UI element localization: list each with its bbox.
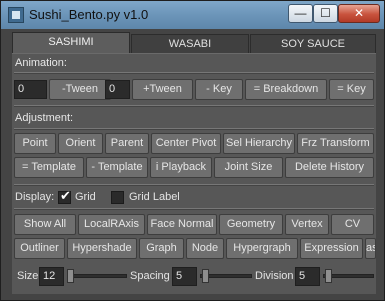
frz-transform-button[interactable]: Frz Transform (297, 133, 374, 154)
equal-key-button[interactable]: = Key (329, 79, 374, 100)
remove-template-button[interactable]: - Template (86, 157, 148, 178)
division-field[interactable]: 5 (295, 267, 320, 286)
spacing-field[interactable]: 5 (172, 267, 197, 286)
divider (14, 128, 374, 130)
grid-label-label: Grid Label (129, 191, 180, 203)
plus-tween-button[interactable]: +Tween (132, 79, 193, 100)
close-button[interactable]: ✕ (338, 4, 380, 23)
adjustment-header: Adjustment: (15, 112, 74, 124)
grid-label-checkbox[interactable] (111, 191, 124, 204)
app-icon (8, 7, 24, 23)
size-label: Size (17, 270, 39, 282)
grid-checkbox[interactable]: ✔ (58, 188, 71, 204)
delete-history-button[interactable]: Delete History (285, 157, 374, 178)
size-slider-handle[interactable] (67, 269, 74, 283)
size-field[interactable]: 12 (39, 267, 64, 286)
tween-end-field[interactable]: 0 (105, 80, 130, 99)
joint-size-button[interactable]: Joint Size (214, 157, 283, 178)
divider (14, 184, 374, 186)
division-slider-handle[interactable] (325, 269, 332, 283)
spacing-slider-handle[interactable] (202, 269, 209, 283)
cv-button[interactable]: CV (331, 214, 374, 235)
display-label: Display: (15, 191, 55, 203)
window-title: Sushi_Bento.py v1.0 (29, 7, 149, 22)
graph-button[interactable]: Graph (139, 238, 184, 259)
sel-hierarchy-button[interactable]: Sel Hierarchy (223, 133, 295, 154)
node-button[interactable]: Node (186, 238, 224, 259)
tool-window: Sushi_Bento.py v1.0 — ☐ ✕ SASHIMI WASABI… (0, 0, 385, 301)
breakdown-button[interactable]: = Breakdown (245, 79, 327, 100)
minus-key-button[interactable]: - Key (195, 79, 243, 100)
minimize-button[interactable]: — (288, 4, 313, 23)
maximize-button[interactable]: ☐ (313, 4, 338, 23)
parent-button[interactable]: Parent (105, 133, 149, 154)
as-button[interactable]: as (365, 238, 376, 259)
divider (14, 72, 374, 74)
hypergraph-button[interactable]: Hypergraph (226, 238, 298, 259)
hypershade-button[interactable]: Hypershade (67, 238, 137, 259)
point-button[interactable]: Point (14, 133, 56, 154)
divider (14, 105, 374, 107)
show-all-button[interactable]: Show All (14, 214, 76, 235)
tab-wasabi[interactable]: WASABI (131, 34, 249, 54)
tween-start-field[interactable]: 0 (14, 80, 47, 99)
title-bar[interactable]: Sushi_Bento.py v1.0 — ☐ ✕ (1, 1, 384, 29)
client-area: SASHIMI WASABI SOY SAUCE Animation: 0 -T… (8, 30, 378, 294)
center-pivot-button[interactable]: Center Pivot (151, 133, 221, 154)
geometry-button[interactable]: Geometry (219, 214, 283, 235)
expression-button[interactable]: Expression (300, 238, 363, 259)
playback-button[interactable]: i Playback (150, 157, 212, 178)
face-normal-button[interactable]: Face Normal (147, 214, 217, 235)
spacing-label: Spacing (130, 270, 170, 282)
local-r-axis-button[interactable]: LocalRAxis (78, 214, 145, 235)
checkmark-icon: ✔ (60, 188, 71, 203)
tab-sashimi[interactable]: SASHIMI (12, 32, 130, 54)
add-template-button[interactable]: = Template (14, 157, 84, 178)
grid-label: Grid (75, 191, 96, 203)
vertex-button[interactable]: Vertex (285, 214, 329, 235)
minus-tween-button[interactable]: -Tween (49, 79, 111, 100)
size-slider-track[interactable] (67, 274, 127, 278)
sashimi-panel: Animation: 0 -Tween 0 +Tween - Key = Bre… (12, 53, 376, 294)
division-label: Division (255, 270, 294, 282)
orient-button[interactable]: Orient (58, 133, 103, 154)
outliner-button[interactable]: Outliner (14, 238, 65, 259)
animation-header: Animation: (15, 57, 67, 69)
tab-soy-sauce[interactable]: SOY SAUCE (250, 34, 376, 54)
divider (14, 208, 374, 210)
